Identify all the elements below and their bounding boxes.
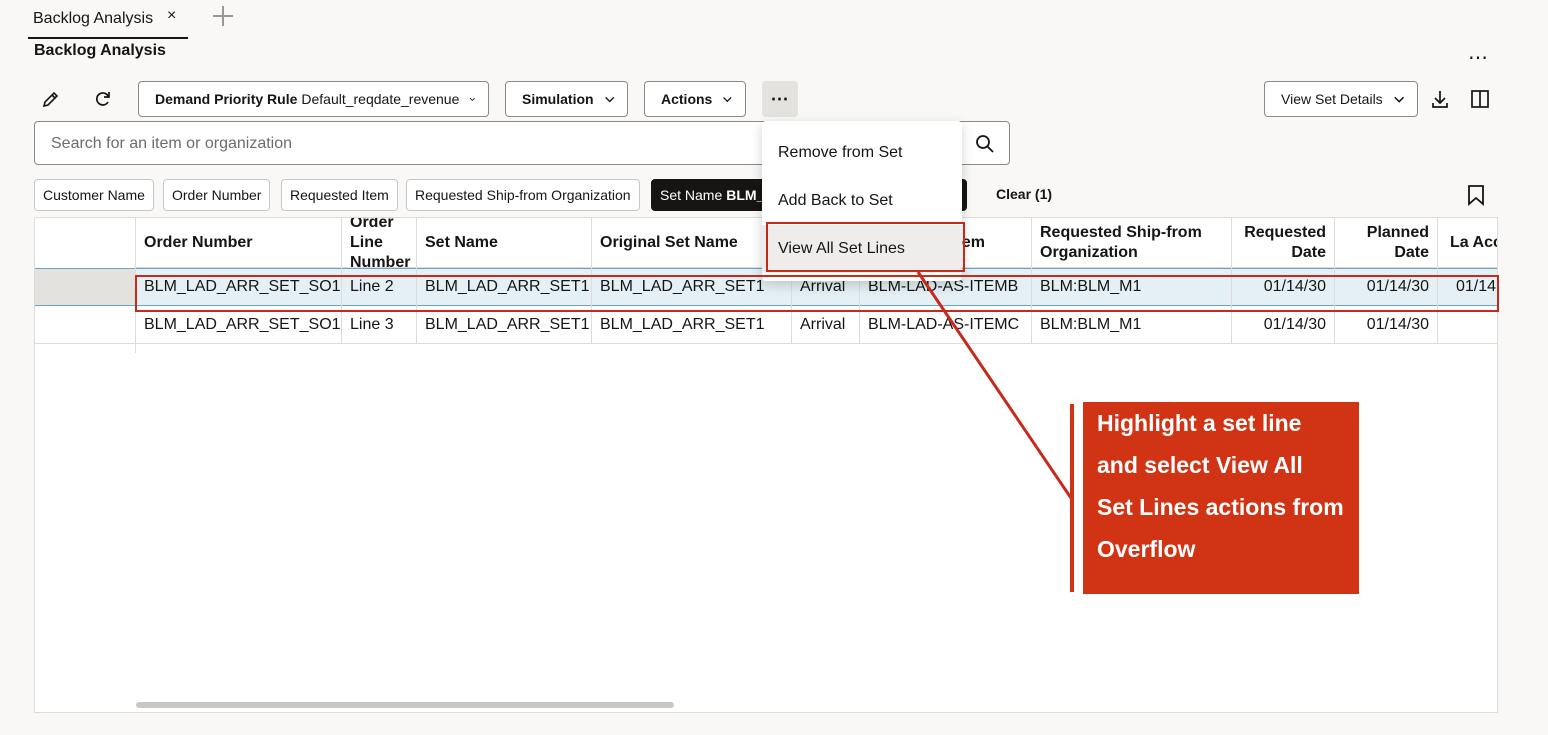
callout-accent-bar bbox=[1070, 404, 1074, 592]
instruction-callout: Highlight a set line and select View All… bbox=[1083, 402, 1359, 594]
annotation-pointer-line bbox=[916, 271, 1073, 499]
